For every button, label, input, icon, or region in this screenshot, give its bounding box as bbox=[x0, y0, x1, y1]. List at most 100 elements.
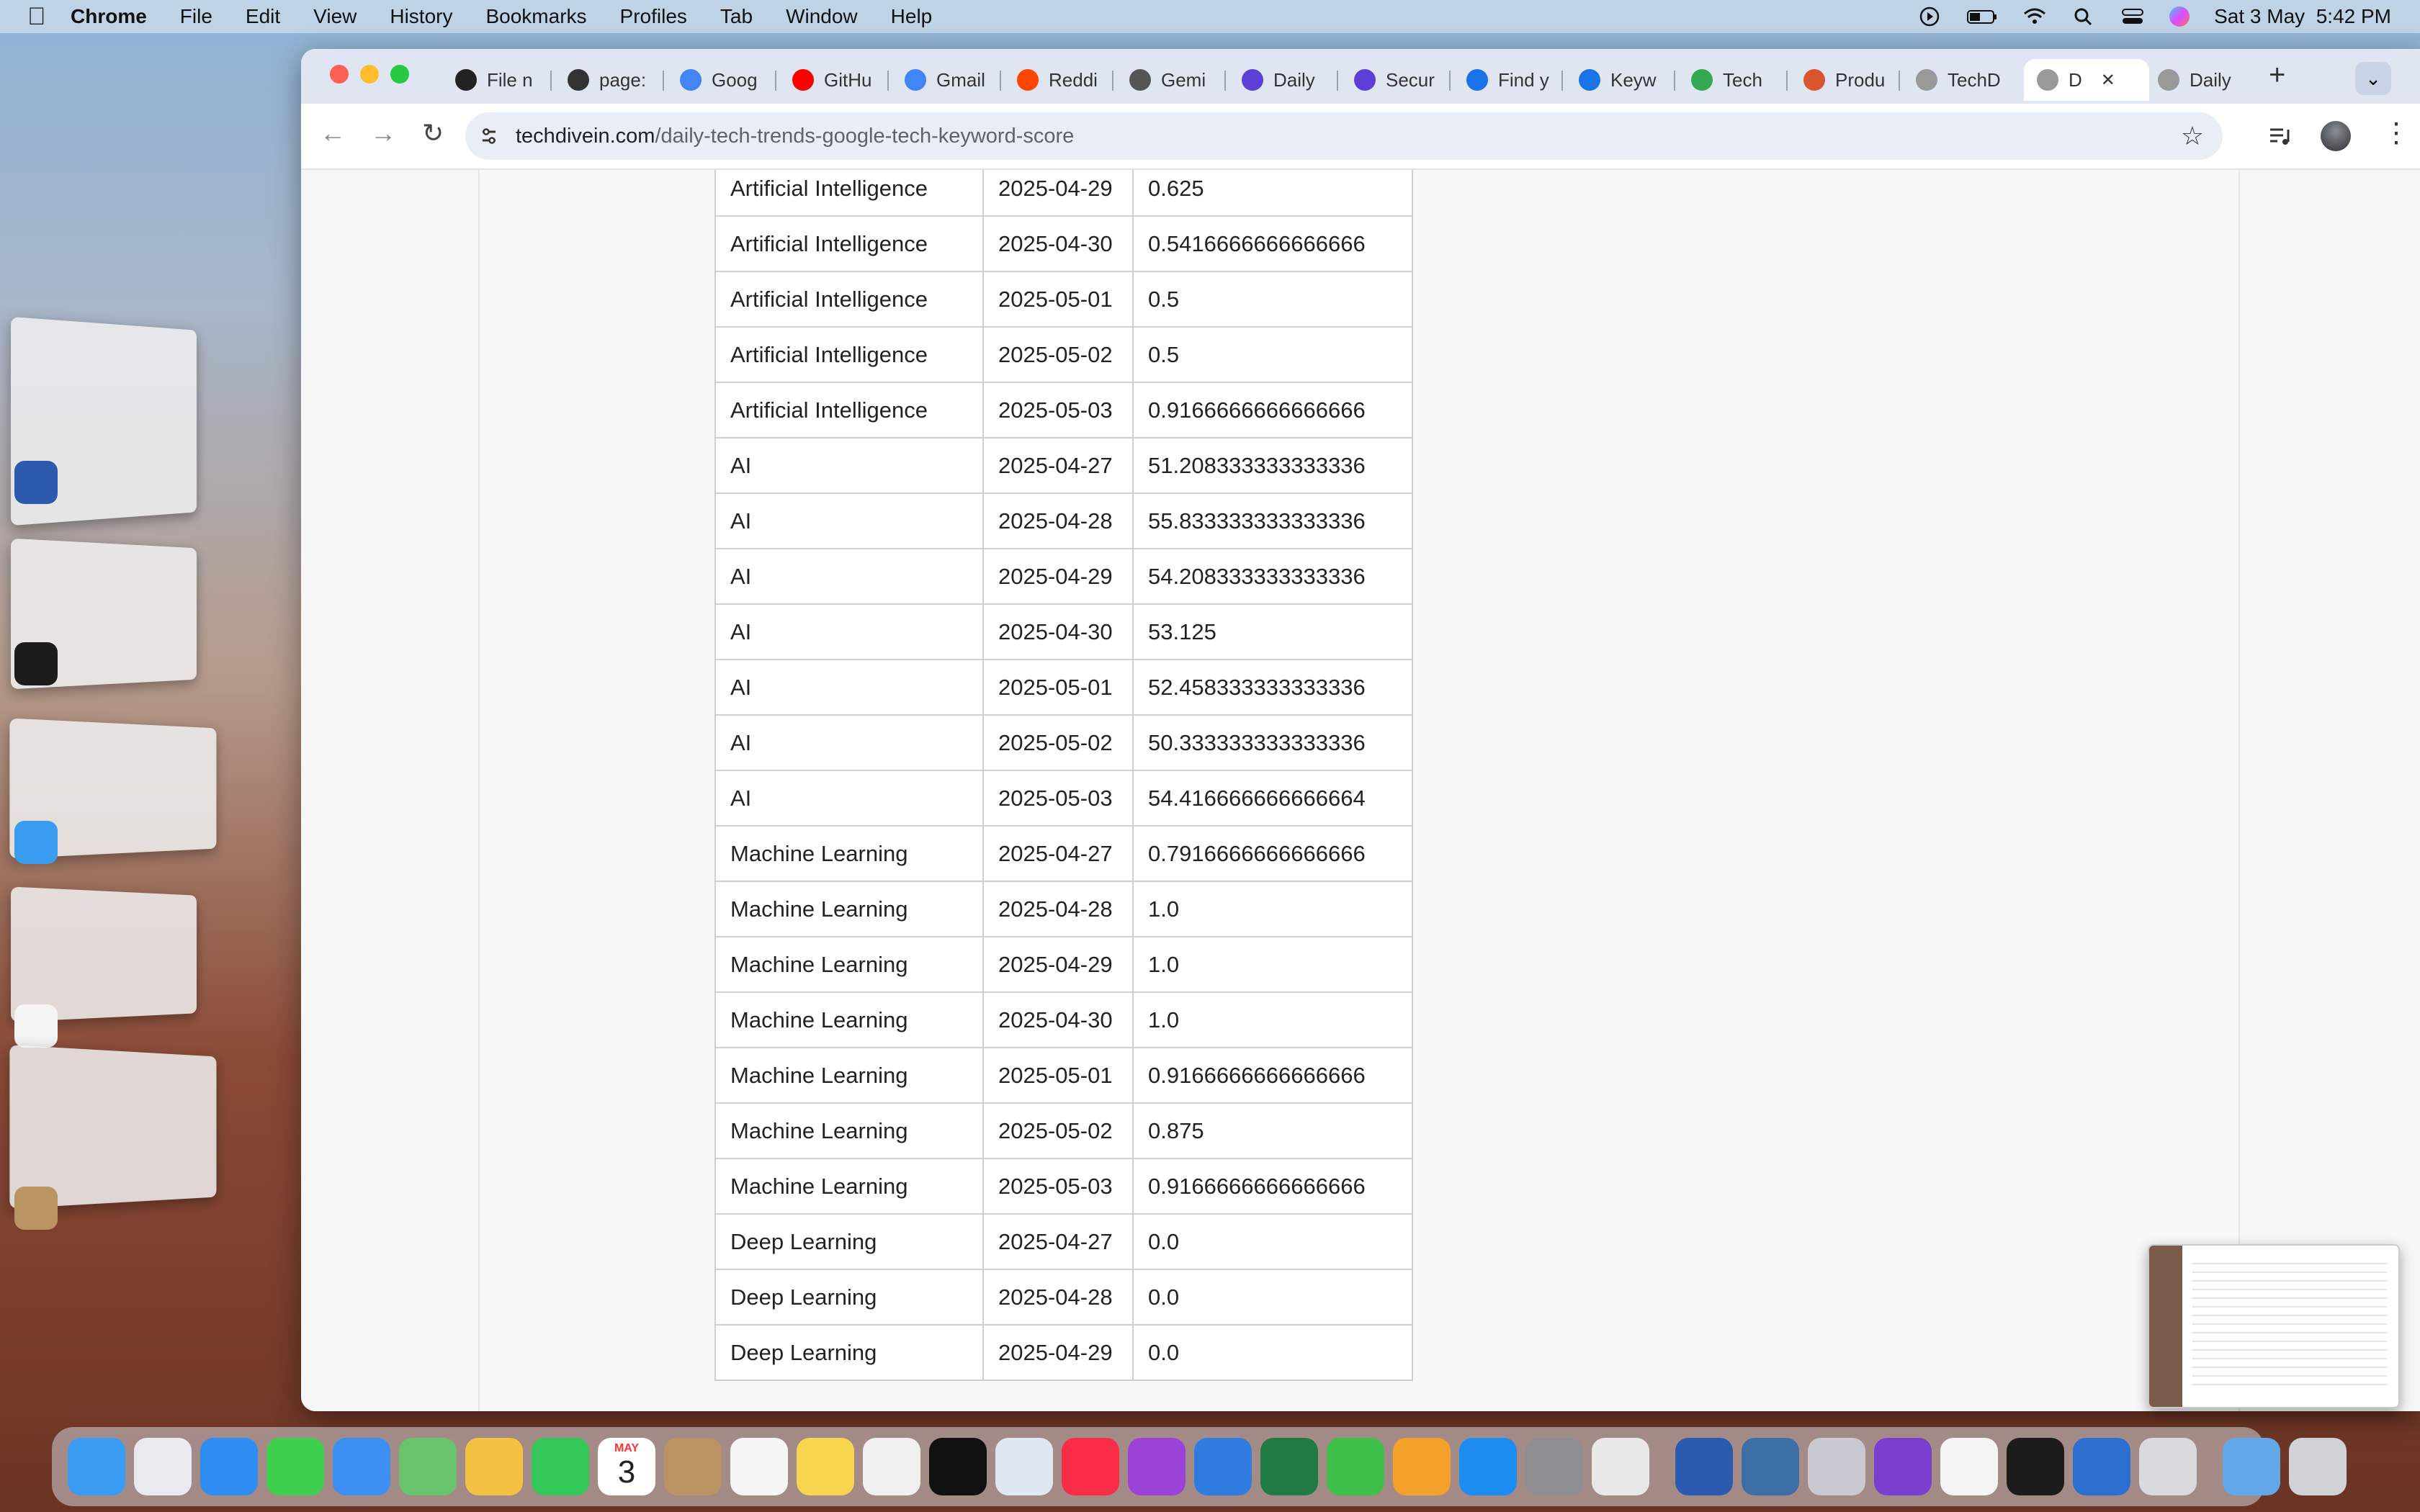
spotlight-search-icon[interactable] bbox=[2071, 6, 2096, 27]
url-domain: techdivein.com bbox=[516, 124, 655, 148]
tab-label: Find y bbox=[1498, 68, 1549, 91]
trash-icon[interactable] bbox=[2289, 1438, 2347, 1495]
rocket-icon[interactable] bbox=[1808, 1438, 1865, 1495]
siri-icon[interactable] bbox=[2169, 6, 2190, 27]
word-icon[interactable] bbox=[1675, 1438, 1733, 1495]
freeform-icon[interactable] bbox=[863, 1438, 920, 1495]
calendar-day: 3 bbox=[617, 1454, 636, 1490]
menu-view[interactable]: View bbox=[313, 5, 357, 28]
menu-profiles[interactable]: Profiles bbox=[620, 5, 687, 28]
preview-icon[interactable] bbox=[995, 1438, 1053, 1495]
profile-avatar[interactable] bbox=[2321, 121, 2351, 151]
menu-edit[interactable]: Edit bbox=[246, 5, 280, 28]
launchpad-icon[interactable] bbox=[134, 1438, 192, 1495]
new-tab-button[interactable]: + bbox=[2269, 59, 2285, 91]
address-bar[interactable]: techdivein.com/daily-tech-trends-google-… bbox=[465, 112, 2223, 160]
tab-favicon-icon bbox=[1916, 69, 1937, 91]
media-controls-icon[interactable] bbox=[2267, 124, 2292, 148]
browser-tab[interactable]: Daily bbox=[1229, 59, 1347, 101]
contacts-icon[interactable] bbox=[664, 1438, 722, 1495]
messages-icon[interactable] bbox=[266, 1438, 324, 1495]
apple-menu-icon[interactable]:  bbox=[27, 3, 71, 31]
downloads-folder-icon[interactable] bbox=[2223, 1438, 2280, 1495]
keynote-icon[interactable] bbox=[1194, 1438, 1252, 1495]
finder-icon[interactable] bbox=[68, 1438, 125, 1495]
excel-icon[interactable] bbox=[1260, 1438, 1318, 1495]
appletv-icon[interactable] bbox=[929, 1438, 987, 1495]
browser-tab[interactable]: Goog bbox=[667, 59, 785, 101]
dock: MAY 3 bbox=[52, 1427, 2347, 1506]
tab-separator bbox=[550, 71, 552, 91]
browser-tab[interactable]: Find y bbox=[1453, 59, 1572, 101]
safari-icon[interactable] bbox=[200, 1438, 258, 1495]
browser-tab[interactable]: File n bbox=[442, 59, 560, 101]
stage-window-textedit[interactable] bbox=[11, 886, 197, 1022]
menu-clock[interactable]: Sat 3 May 5:42 PM bbox=[2214, 5, 2391, 28]
podcasts-icon[interactable] bbox=[1128, 1438, 1186, 1495]
tab-separator bbox=[1224, 71, 1226, 91]
notes-icon[interactable] bbox=[797, 1438, 854, 1495]
browser-tab[interactable]: GitHu bbox=[779, 59, 897, 101]
mail-icon[interactable] bbox=[333, 1438, 390, 1495]
xcode-icon[interactable] bbox=[2073, 1438, 2130, 1495]
browser-tab[interactable]: Daily bbox=[2145, 59, 2263, 101]
tab-favicon-icon bbox=[1354, 69, 1376, 91]
appstore-icon[interactable] bbox=[1459, 1438, 1517, 1495]
menu-file[interactable]: File bbox=[180, 5, 212, 28]
chrome-icon[interactable] bbox=[1592, 1438, 1649, 1495]
close-tab-icon[interactable]: ✕ bbox=[2101, 70, 2115, 91]
keyword-cell: Machine Learning bbox=[714, 1102, 984, 1159]
wifi-icon[interactable] bbox=[2022, 6, 2047, 27]
browser-tab[interactable]: Keyw bbox=[1566, 59, 1684, 101]
menu-tab[interactable]: Tab bbox=[720, 5, 753, 28]
chrome-menu-icon[interactable]: ⋮ bbox=[2383, 117, 2410, 149]
browser-tab[interactable]: Tech bbox=[1678, 59, 1796, 101]
forward-arrow-icon[interactable]: → bbox=[370, 118, 396, 148]
numbers-icon[interactable] bbox=[1327, 1438, 1384, 1495]
python-icon[interactable] bbox=[1742, 1438, 1799, 1495]
now-playing-icon[interactable] bbox=[1917, 6, 1942, 27]
pages-icon[interactable] bbox=[1393, 1438, 1451, 1495]
menu-bookmarks[interactable]: Bookmarks bbox=[485, 5, 586, 28]
close-window-button[interactable] bbox=[330, 65, 349, 84]
browser-tab[interactable]: Gmail bbox=[892, 59, 1010, 101]
bookmark-star-icon[interactable]: ☆ bbox=[2181, 121, 2204, 151]
tab-label: Goog bbox=[712, 68, 758, 91]
site-info-icon[interactable] bbox=[478, 125, 500, 147]
zoom-window-button[interactable] bbox=[390, 65, 409, 84]
terminal-icon[interactable] bbox=[2007, 1438, 2064, 1495]
menu-help[interactable]: Help bbox=[891, 5, 933, 28]
minimize-window-button[interactable] bbox=[360, 65, 379, 84]
facetime-icon[interactable] bbox=[532, 1438, 589, 1495]
back-arrow-icon[interactable]: ← bbox=[320, 118, 346, 148]
menu-app-name[interactable]: Chrome bbox=[71, 5, 147, 28]
settings-icon[interactable] bbox=[1525, 1438, 1583, 1495]
screenshot-thumbnail[interactable] bbox=[2148, 1244, 2400, 1408]
browser-tab[interactable]: TechD bbox=[1903, 59, 2021, 101]
photos-icon[interactable] bbox=[465, 1438, 523, 1495]
github-icon[interactable] bbox=[1874, 1438, 1932, 1495]
music-icon[interactable] bbox=[1062, 1438, 1119, 1495]
simulator-icon[interactable] bbox=[2139, 1438, 2197, 1495]
calendar-icon[interactable]: MAY 3 bbox=[598, 1438, 655, 1495]
menu-history[interactable]: History bbox=[390, 5, 452, 28]
table-row: Machine Learning 2025-04-27 0.791666666666… bbox=[714, 825, 1413, 882]
table-row: Deep Learning 2025-04-28 0.0 bbox=[714, 1269, 1413, 1326]
menu-window[interactable]: Window bbox=[786, 5, 858, 28]
score-cell: 1.0 bbox=[1132, 991, 1413, 1048]
maps-icon[interactable] bbox=[399, 1438, 457, 1495]
browser-tab[interactable]: Gemi bbox=[1116, 59, 1234, 101]
control-center-icon[interactable] bbox=[2120, 6, 2145, 27]
browser-tab[interactable]: Produ bbox=[1791, 59, 1909, 101]
textedit-icon[interactable] bbox=[1940, 1438, 1998, 1495]
browser-tab[interactable]: page: bbox=[555, 59, 673, 101]
tab-search-chevron-icon[interactable]: ⌄ bbox=[2355, 62, 2391, 95]
battery-icon[interactable] bbox=[1966, 6, 1998, 27]
keyword-cell: Machine Learning bbox=[714, 991, 984, 1048]
browser-tab[interactable]: Secur bbox=[1341, 59, 1459, 101]
browser-tab[interactable]: Reddi bbox=[1004, 59, 1122, 101]
reload-icon[interactable]: ↻ bbox=[422, 118, 444, 148]
browser-tab[interactable]: D ✕ bbox=[2024, 59, 2149, 101]
reminders-icon[interactable] bbox=[730, 1438, 788, 1495]
stage-window-contacts[interactable] bbox=[9, 1045, 217, 1209]
